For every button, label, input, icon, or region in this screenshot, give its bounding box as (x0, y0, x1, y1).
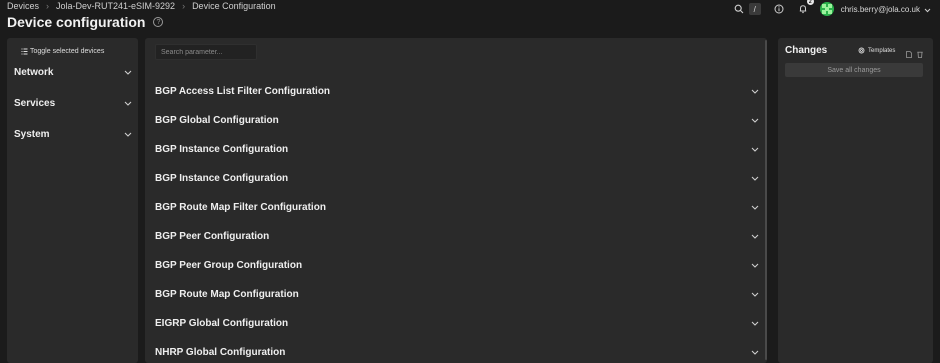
sidebar: Toggle selected devices Network Services… (7, 38, 138, 363)
avatar[interactable] (819, 2, 834, 16)
sidebar-item-label: Services (14, 97, 56, 109)
config-item-label: BGP Access List Filter Configuration (155, 85, 331, 97)
help-icon[interactable]: ? (153, 17, 164, 27)
top-bar: Devices › Jola-Dev-RUT241-eSIM-9292 › De… (0, 0, 940, 17)
chevron-down-icon (751, 205, 759, 210)
trash-icon[interactable] (917, 47, 923, 61)
config-item-label: BGP Route Map Filter Configuration (155, 201, 326, 213)
gear-icon (858, 47, 865, 54)
config-item-label: BGP Route Map Configuration (155, 288, 299, 300)
breadcrumb-current: Device Configuration (192, 1, 276, 11)
config-item[interactable]: BGP Instance Configuration (155, 169, 759, 187)
chevron-down-icon (124, 101, 132, 106)
list-icon (21, 48, 28, 55)
config-item-label: NHRP Global Configuration (155, 346, 286, 358)
config-item[interactable]: BGP Peer Configuration (155, 227, 759, 245)
chevron-down-icon (751, 147, 759, 152)
notification-badge: 2 (806, 0, 814, 5)
sidebar-item-system[interactable]: System (14, 127, 132, 141)
config-item[interactable]: BGP Instance Configuration (155, 140, 759, 158)
chevron-down-icon (751, 176, 759, 181)
document-icon[interactable] (906, 47, 912, 61)
config-item-label: BGP Peer Configuration (155, 230, 270, 242)
config-item[interactable]: BGP Global Configuration (155, 111, 759, 129)
top-right-controls: / 2 chris.berry@jola.co.uk (731, 0, 931, 17)
config-item-label: BGP Instance Configuration (155, 143, 289, 155)
config-item-label: BGP Global Configuration (155, 114, 279, 126)
page-header: Device configuration ? (7, 14, 164, 30)
config-item[interactable]: BGP Route Map Filter Configuration (155, 198, 759, 216)
chevron-down-icon (751, 118, 759, 123)
config-item[interactable]: BGP Route Map Configuration (155, 285, 759, 303)
breadcrumb-separator-icon: › (46, 1, 50, 11)
config-item-label: BGP Peer Group Configuration (155, 259, 303, 271)
breadcrumb-device[interactable]: Jola-Dev-RUT241-eSIM-9292 (56, 1, 175, 11)
search-shortcut-key: / (748, 3, 761, 15)
notifications-button[interactable]: 2 (795, 0, 814, 17)
scrollbar[interactable] (765, 40, 767, 360)
chevron-down-icon (124, 132, 132, 137)
sidebar-item-network[interactable]: Network (14, 65, 132, 79)
breadcrumb-devices[interactable]: Devices (7, 1, 39, 11)
toggle-selected-devices-label: Toggle selected devices (30, 48, 105, 55)
chevron-down-icon (751, 321, 759, 326)
templates-label: Templates (868, 47, 896, 54)
chevron-down-icon (751, 350, 759, 355)
sidebar-item-label: System (14, 128, 50, 140)
chevron-down-icon (751, 263, 759, 268)
search-input[interactable] (155, 44, 257, 60)
chevron-down-icon (124, 70, 132, 75)
user-email[interactable]: chris.berry@jola.co.uk (841, 5, 920, 14)
changes-title: Changes (785, 45, 828, 56)
info-icon[interactable] (771, 1, 787, 17)
toggle-selected-devices-button[interactable]: Toggle selected devices (21, 48, 104, 55)
chevron-down-icon (751, 89, 759, 94)
sidebar-item-label: Network (14, 66, 54, 78)
configuration-list-panel: BGP Access List Filter Configuration BGP… (145, 38, 767, 363)
bell-icon (799, 5, 806, 14)
config-item[interactable]: EIGRP Global Configuration (155, 314, 759, 332)
chevron-down-icon (751, 292, 759, 297)
config-item-label: EIGRP Global Configuration (155, 317, 289, 329)
breadcrumb: Devices › Jola-Dev-RUT241-eSIM-9292 › De… (7, 1, 276, 11)
search-icon[interactable] (731, 1, 747, 17)
chevron-down-icon[interactable] (924, 2, 931, 16)
config-item[interactable]: BGP Access List Filter Configuration (155, 82, 759, 100)
chevron-down-icon (751, 234, 759, 239)
breadcrumb-separator-icon: › (182, 1, 186, 11)
changes-panel: Changes Templates Save all changes (778, 38, 933, 363)
save-all-changes-button[interactable]: Save all changes (785, 63, 923, 77)
sidebar-item-services[interactable]: Services (14, 96, 132, 110)
config-item[interactable]: NHRP Global Configuration (155, 343, 759, 361)
config-item[interactable]: BGP Peer Group Configuration (155, 256, 759, 274)
page-title: Device configuration (7, 14, 146, 30)
templates-button[interactable]: Templates (858, 47, 895, 54)
config-item-label: BGP Instance Configuration (155, 172, 289, 184)
